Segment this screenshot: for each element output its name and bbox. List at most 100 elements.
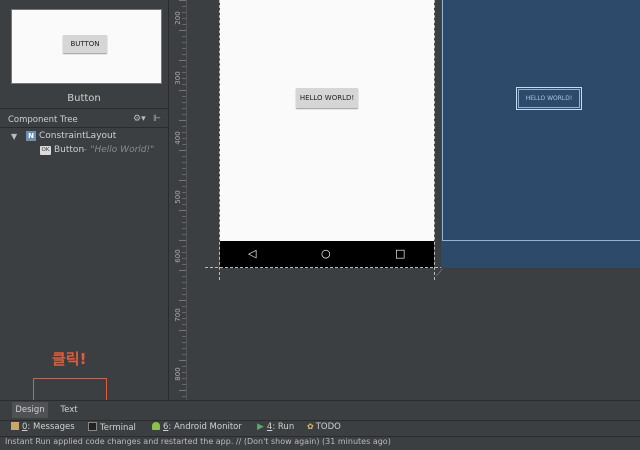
ruler-tick [179, 30, 186, 31]
pin-icon[interactable]: ⊩ [153, 114, 161, 124]
tree-item-constraintlayout[interactable]: ConstraintLayout [39, 131, 116, 141]
ruler-tick [182, 258, 186, 259]
ruler-tick [182, 174, 186, 175]
blueprint-device-outline [442, 0, 640, 241]
device-bounds-guide [219, 0, 220, 280]
ruler-label: 500 [174, 190, 182, 204]
ruler-tick [182, 126, 186, 127]
hello-world-button[interactable]: HELLO WORLD! [296, 88, 358, 108]
terminal-icon [88, 422, 97, 431]
tree-item-button[interactable]: Button [54, 145, 84, 155]
messages-icon [11, 422, 19, 430]
ruler-tick [182, 12, 186, 13]
android-icon [152, 422, 160, 430]
preview-button: BUTTON [63, 35, 107, 53]
ruler-tick [182, 78, 186, 79]
component-tree-title: Component Tree [8, 115, 78, 125]
device-bounds-guide [434, 0, 435, 280]
ruler-tick [182, 6, 186, 7]
ruler-tick [182, 384, 186, 385]
blueprint-hello-world-button[interactable]: HELLO WORLD! [516, 87, 582, 110]
ruler-tick [182, 282, 186, 283]
ruler-tick [179, 390, 186, 391]
tab-design[interactable]: Design [12, 402, 48, 418]
ruler-tick [182, 312, 186, 313]
terminal-label: Terminal [100, 423, 136, 433]
ruler-tick [182, 156, 186, 157]
ruler-tick [182, 24, 186, 25]
run-tool-button[interactable]: ▶ 4: Run [257, 422, 294, 432]
ruler-tick [182, 366, 186, 367]
selected-component-heading: Button [67, 93, 101, 104]
ruler-tick [182, 324, 186, 325]
ruler-label: 300 [174, 71, 182, 85]
ruler-tick [182, 354, 186, 355]
ruler-tick [182, 294, 186, 295]
ruler-tick [182, 96, 186, 97]
ruler-tick [182, 378, 186, 379]
ruler-tick [179, 300, 186, 301]
ruler-tick [179, 0, 186, 1]
ruler-tick [182, 288, 186, 289]
ruler-tick [182, 372, 186, 373]
ruler-tick [182, 336, 186, 337]
device-screen[interactable] [220, 0, 434, 241]
ruler-tick [182, 252, 186, 253]
ruler-tick [182, 216, 186, 217]
ruler-tick [182, 318, 186, 319]
ruler-label: 600 [174, 249, 182, 263]
ruler-tick [182, 66, 186, 67]
ruler-tick [179, 330, 186, 331]
todo-tool-button[interactable]: ✿ TODO [307, 422, 341, 432]
constraint-layout-icon: N [26, 131, 36, 141]
ruler-tick [182, 192, 186, 193]
ruler-tick [179, 270, 186, 271]
divider [0, 127, 168, 128]
gear-icon[interactable]: ⚙▾ [133, 114, 146, 124]
terminal-tool-button[interactable]: Terminal [88, 422, 136, 433]
divider [0, 108, 168, 109]
ruler-tick [182, 108, 186, 109]
messages-label: : Messages [27, 422, 75, 432]
button-widget-icon: OK [40, 146, 51, 155]
recents-icon: □ [395, 247, 406, 260]
ruler-tick [182, 144, 186, 145]
ruler-tick [182, 114, 186, 115]
ruler-tick [179, 150, 186, 151]
ruler-tick [182, 264, 186, 265]
vertical-ruler: 200 300 400 500 600 700 800 [169, 0, 187, 400]
ruler-tick [182, 48, 186, 49]
home-icon: ○ [321, 247, 331, 260]
todo-icon: ✿ [307, 422, 314, 431]
ruler-tick [179, 240, 186, 241]
ruler-tick [182, 222, 186, 223]
ruler-tick [182, 198, 186, 199]
ruler-tick [182, 102, 186, 103]
ruler-tick [182, 228, 186, 229]
tab-text[interactable]: Text [55, 402, 83, 418]
run-label: : Run [272, 422, 295, 432]
device-navigation-bar: ◁ ○ □ [220, 241, 434, 268]
ruler-tick [182, 18, 186, 19]
android-monitor-tool-button[interactable]: 6: Android Monitor [152, 422, 242, 432]
ruler-tick [182, 138, 186, 139]
android-monitor-label: : Android Monitor [168, 422, 242, 432]
todo-label: TODO [315, 422, 341, 432]
ruler-tick [179, 360, 186, 361]
ruler-tick [182, 42, 186, 43]
ruler-tick [182, 276, 186, 277]
ruler-tick [182, 246, 186, 247]
run-icon: ▶ [257, 422, 264, 432]
status-message[interactable]: Instant Run applied code changes and res… [5, 437, 391, 446]
expand-arrow-icon[interactable]: ▼ [11, 132, 17, 141]
resize-handle-icon[interactable]: ⟋ [436, 268, 443, 279]
ruler-label: 700 [174, 308, 182, 322]
click-annotation: 클릭! [52, 350, 87, 368]
tree-item-button-description: – "Hello World!" [83, 145, 155, 155]
ruler-tick [179, 210, 186, 211]
messages-tool-button[interactable]: 0: Messages [11, 422, 75, 432]
ruler-tick [182, 396, 186, 397]
ruler-tick [179, 90, 186, 91]
editor-tab-bar [0, 400, 640, 421]
device-bounds-guide [205, 267, 453, 268]
